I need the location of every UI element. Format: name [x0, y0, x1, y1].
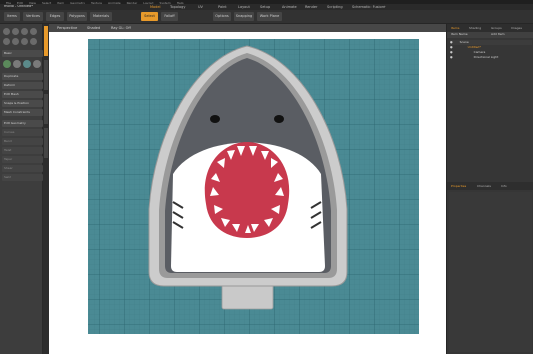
tab-groups[interactable]: Groups — [491, 25, 502, 31]
left-eye — [210, 115, 220, 123]
item-list-header: Item Name Add Item — [447, 32, 533, 38]
active-side-tab[interactable] — [44, 26, 48, 56]
tab-scripting[interactable]: Scripting — [327, 5, 343, 10]
cylinder-tool-icon[interactable] — [21, 38, 28, 45]
visibility-eye-icon[interactable]: ● — [450, 55, 453, 59]
rotate-tool-icon[interactable] — [12, 28, 19, 35]
sphere-tool-icon[interactable] — [12, 38, 19, 45]
items-tab-bar: Items Shading Groups Images — [447, 24, 533, 32]
item-label: Scene — [459, 40, 469, 44]
tool-deform[interactable]: Deform — [2, 82, 43, 89]
tool-swirl[interactable]: Swirl — [2, 174, 43, 181]
snapping-button[interactable]: Snapping — [234, 12, 254, 21]
loop-slice-tool-icon[interactable] — [33, 60, 41, 68]
properties-tab-bar: Properties Channels Info — [447, 182, 533, 190]
item-label: Camera — [473, 50, 486, 54]
tab-images[interactable]: Images — [511, 25, 522, 31]
visibility-eye-icon[interactable]: ● — [450, 40, 453, 44]
tab-paint[interactable]: Paint — [218, 5, 227, 10]
cube-tool-icon[interactable] — [3, 38, 10, 45]
viewport-canvas[interactable] — [49, 24, 446, 354]
shark-mouth — [204, 142, 290, 238]
visibility-eye-icon[interactable]: ● — [450, 50, 453, 54]
tool-duplicate[interactable]: Duplicate — [2, 73, 43, 80]
tool-taper[interactable]: Taper — [2, 156, 43, 163]
tab-render[interactable]: Render — [305, 5, 317, 10]
view-type-label[interactable]: Perspective — [57, 25, 77, 31]
item-row-directional-light[interactable]: ● Directional Light — [450, 55, 532, 60]
mode-items-button[interactable]: Items — [4, 12, 20, 21]
scale-tool-icon[interactable] — [21, 28, 28, 35]
raygl-label[interactable]: Ray GL: Off — [111, 25, 131, 31]
right-panel: Items Shading Groups Images Item Name Ad… — [446, 24, 533, 354]
tab-uv[interactable]: UV — [198, 5, 203, 10]
tool-edit-mesh[interactable]: Edit Mesh — [2, 91, 43, 98]
bevel-tool-icon[interactable] — [3, 60, 11, 68]
tab-schematic-fusion[interactable]: Schematic: Fusion — [352, 5, 384, 10]
transform-tool-icon[interactable] — [30, 28, 37, 35]
tab-info[interactable]: Info — [501, 183, 507, 189]
tab-setup[interactable]: Setup — [260, 5, 270, 10]
tool-curves[interactable]: Curves — [2, 129, 43, 136]
pen-tool-icon[interactable] — [30, 38, 37, 45]
mode-materials-button[interactable]: Materials — [90, 12, 112, 21]
tool-basic[interactable]: Basic — [2, 50, 43, 57]
action-center-button[interactable]: Select — [141, 12, 158, 21]
toolbox-panel: Basic Duplicate Deform Edit Mesh Snaps &… — [0, 24, 43, 354]
add-item-button[interactable]: Add Item — [491, 33, 505, 36]
work-plane-button[interactable]: Work Plane — [257, 12, 282, 21]
options-button[interactable]: Options — [213, 12, 231, 21]
3d-viewport[interactable] — [49, 24, 446, 354]
side-tab[interactable] — [44, 128, 48, 158]
shading-mode-label[interactable]: Shaded — [87, 25, 100, 31]
tab-properties[interactable]: Properties — [451, 183, 466, 189]
tool-snaps-position[interactable]: Snaps & Position — [2, 100, 43, 107]
layout-tabs: Model Topology UV Paint Layout Setup Ani… — [0, 4, 533, 10]
tab-animate[interactable]: Animate — [282, 5, 297, 10]
item-label: Untitled* — [467, 45, 481, 49]
tab-model[interactable]: Model — [150, 5, 161, 10]
tab-channels[interactable]: Channels — [477, 183, 491, 189]
tool-shear[interactable]: Shear — [2, 165, 43, 172]
bridge-tool-icon[interactable] — [23, 60, 31, 68]
tool-mesh-constraints[interactable]: Mesh Constraints — [2, 109, 43, 116]
mode-edges-button[interactable]: Edges — [46, 12, 64, 21]
right-eye — [274, 115, 284, 123]
mode-polygons-button[interactable]: Polygons — [67, 12, 87, 21]
mode-toolbar: Items Vertices Edges Polygons Materials … — [0, 10, 533, 24]
extrude-tool-icon[interactable] — [13, 60, 21, 68]
falloff-button[interactable]: Falloff — [161, 12, 178, 21]
viewport-header: Perspective Shaded Ray GL: Off — [49, 24, 446, 32]
move-tool-icon[interactable] — [3, 28, 10, 35]
tool-bend[interactable]: Bend — [2, 138, 43, 145]
tab-items[interactable]: Items — [451, 25, 459, 31]
tab-layout[interactable]: Layout — [238, 5, 250, 10]
tab-shading[interactable]: Shading — [469, 25, 481, 31]
side-tab[interactable] — [44, 94, 48, 124]
side-tab[interactable] — [44, 60, 48, 90]
item-name-header: Item Name — [451, 33, 468, 36]
tool-edit-geometry[interactable]: Edit Geometry — [2, 120, 43, 127]
visibility-eye-icon[interactable]: ● — [450, 45, 453, 49]
add-tab-button[interactable]: + — [383, 5, 386, 10]
tool-twist[interactable]: Twist — [2, 147, 43, 154]
mode-vertices-button[interactable]: Vertices — [23, 12, 43, 21]
properties-panel — [449, 192, 532, 352]
item-label: Directional Light — [473, 55, 499, 59]
tab-topology[interactable]: Topology — [170, 5, 185, 10]
